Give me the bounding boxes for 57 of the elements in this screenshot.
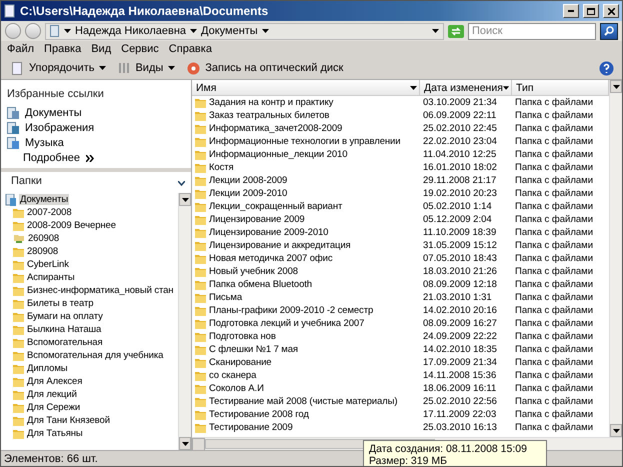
table-cell-text: 06.09.2009 22:11	[422, 110, 498, 121]
table-cell-text: 14.11.2008 15:36	[422, 370, 498, 381]
window-title: C:\Users\Надежда Николаевна\Documents	[20, 4, 270, 18]
table-cell-text: 11.10.2009 18:39	[422, 227, 498, 238]
table-cell-text: Папка с файлами	[514, 175, 594, 186]
table-cell-text: 29.11.2008 21:17	[422, 175, 498, 186]
table-cell-text: 25.02.2010 22:56	[422, 396, 498, 407]
table-cell-text: Папка с файлами	[514, 201, 594, 212]
table-cell-text: Папка с файлами	[514, 123, 594, 134]
table-cell-text: Папка с файлами	[514, 266, 594, 277]
table-cell-text: Папка с файлами	[514, 253, 594, 264]
table-cell-text: 14.02.2010 18:35	[422, 344, 498, 355]
table-cell-text: 19.02.2010 20:23	[422, 188, 498, 199]
table-cell-text: 22.02.2010 23:04	[422, 136, 498, 147]
status-text: Элементов: 66 шт.	[4, 452, 98, 464]
table-cell-text: 25.02.2010 22:45	[422, 123, 498, 134]
table-cell-text: Папка с файлами	[514, 279, 594, 290]
table-cell-text: Папка с файлами	[514, 292, 594, 303]
table-cell-text: 16.01.2010 18:02	[422, 162, 498, 173]
table-cell-text: 07.05.2010 18:43	[422, 253, 498, 264]
table-cell-text: 08.09.2009 12:18	[422, 279, 498, 290]
table-cell-text: Папка с файлами	[514, 331, 594, 342]
table-cell-text: Папка с файлами	[514, 396, 594, 407]
table-cell-text: Папка с файлами	[514, 357, 594, 368]
table-cell-text: Папка с файлами	[514, 422, 594, 433]
table-cell-text: Папка с файлами	[514, 409, 594, 420]
table-cell-text: 25.03.2010 16:13	[422, 422, 498, 433]
table-cell-text: Папка с файлами	[514, 344, 594, 355]
table-cell-text: Папка с файлами	[514, 110, 594, 121]
table-cell-text: Папка с файлами	[514, 318, 594, 329]
table-cell-text: 18.06.2009 16:11	[422, 383, 498, 394]
table-cell-text: 18.03.2010 21:26	[422, 266, 498, 277]
table-cell-text: 05.12.2009 2:04	[422, 214, 493, 225]
table-cell-text: 11.04.2010 12:25	[422, 149, 498, 160]
table-cell-text: Папка с файлами	[514, 227, 594, 238]
table-cell-text: Папка с файлами	[514, 149, 594, 160]
tooltip-text: Дата создания: 08.11.2008 15:09	[369, 443, 528, 455]
table-cell-text: 24.09.2009 22:22	[422, 331, 498, 342]
tooltip-text: Размер: 319 МБ	[369, 455, 448, 466]
table-cell-text: 05.02.2010 1:14	[422, 201, 493, 212]
table-cell-text: Папка с файлами	[514, 188, 594, 199]
table-cell-text: 31.05.2009 15:12	[422, 240, 498, 251]
table-cell-text: Папка с файлами	[514, 162, 594, 173]
table-cell-text: 03.10.2009 21:34	[422, 97, 498, 108]
table-cell-text: 21.03.2010 1:31	[422, 292, 493, 303]
table-cell-text: Папка с файлами	[514, 240, 594, 251]
table-cell-text: 14.02.2010 20:16	[422, 305, 498, 316]
section-title: Избранные ссылки	[7, 88, 105, 100]
table-cell-text: Папка с файлами	[514, 136, 594, 147]
table-cell-text: Папка с файлами	[514, 370, 594, 381]
table-cell-text: 17.11.2009 22:03	[422, 409, 498, 420]
table-cell-text: Папка с файлами	[514, 97, 594, 108]
table-cell-text: 08.09.2009 16:27	[422, 318, 498, 329]
table-cell-text: Папка с файлами	[514, 305, 594, 316]
table-cell-text: Папка с файлами	[514, 214, 594, 225]
table-cell-text: Папка с файлами	[514, 383, 594, 394]
table-cell-text: 17.09.2009 21:34	[422, 357, 498, 368]
